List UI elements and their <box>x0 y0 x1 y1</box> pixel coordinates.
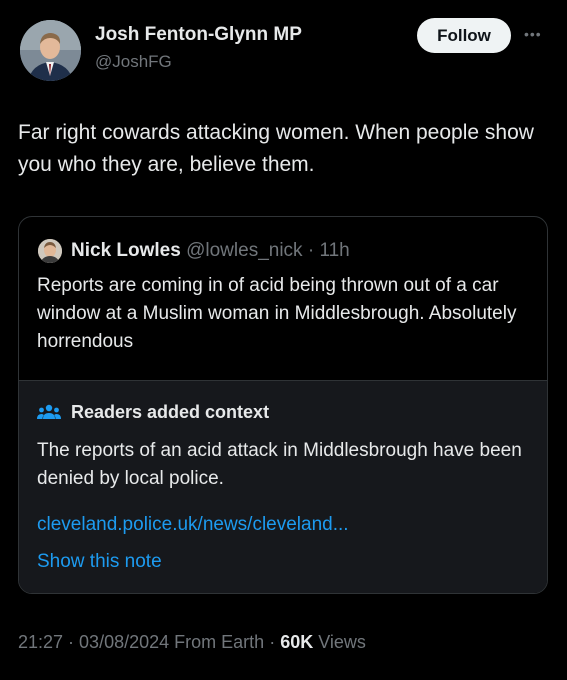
quoted-tweet-card[interactable]: Nick Lowles @lowles_nick · 11h Reports a… <box>18 216 548 594</box>
note-title: Readers added context <box>71 402 270 422</box>
note-text: The reports of an acid attack in Middles… <box>37 440 522 489</box>
tweet-footer: 21:27 · 03/08/2024 From Earth · 60K View… <box>18 632 366 652</box>
author-avatar[interactable] <box>20 20 81 81</box>
quoted-author-avatar[interactable] <box>38 239 62 263</box>
tweet-source: From Earth <box>174 632 265 652</box>
community-note: Readers added context The reports of an … <box>19 380 547 593</box>
quoted-author-name[interactable]: Nick Lowles <box>71 240 181 261</box>
tweet-date[interactable]: 03/08/2024 <box>79 632 169 652</box>
author-handle[interactable]: @JoshFG <box>95 52 172 72</box>
quoted-author-handle[interactable]: @lowles_nick <box>186 240 302 261</box>
views-count[interactable]: 60K <box>280 632 313 652</box>
quoted-age: 11h <box>319 240 350 261</box>
show-note-link[interactable]: Show this note <box>37 551 162 573</box>
follow-button[interactable]: Follow <box>417 18 511 53</box>
more-options-icon[interactable]: ••• <box>524 26 542 42</box>
tweet-time[interactable]: 21:27 <box>18 632 63 652</box>
views-label: Views <box>318 632 366 652</box>
people-icon <box>37 403 61 428</box>
quoted-text: Reports are coming in of acid being thro… <box>37 275 517 352</box>
meta-separator: · <box>302 240 320 261</box>
note-source-link[interactable]: cleveland.police.uk/news/cleveland... <box>37 514 349 536</box>
quoted-header: Nick Lowles @lowles_nick · 11h <box>71 239 350 263</box>
tweet-text: Far right cowards attacking women. When … <box>18 121 534 176</box>
author-name[interactable]: Josh Fenton-Glynn MP <box>95 24 302 46</box>
